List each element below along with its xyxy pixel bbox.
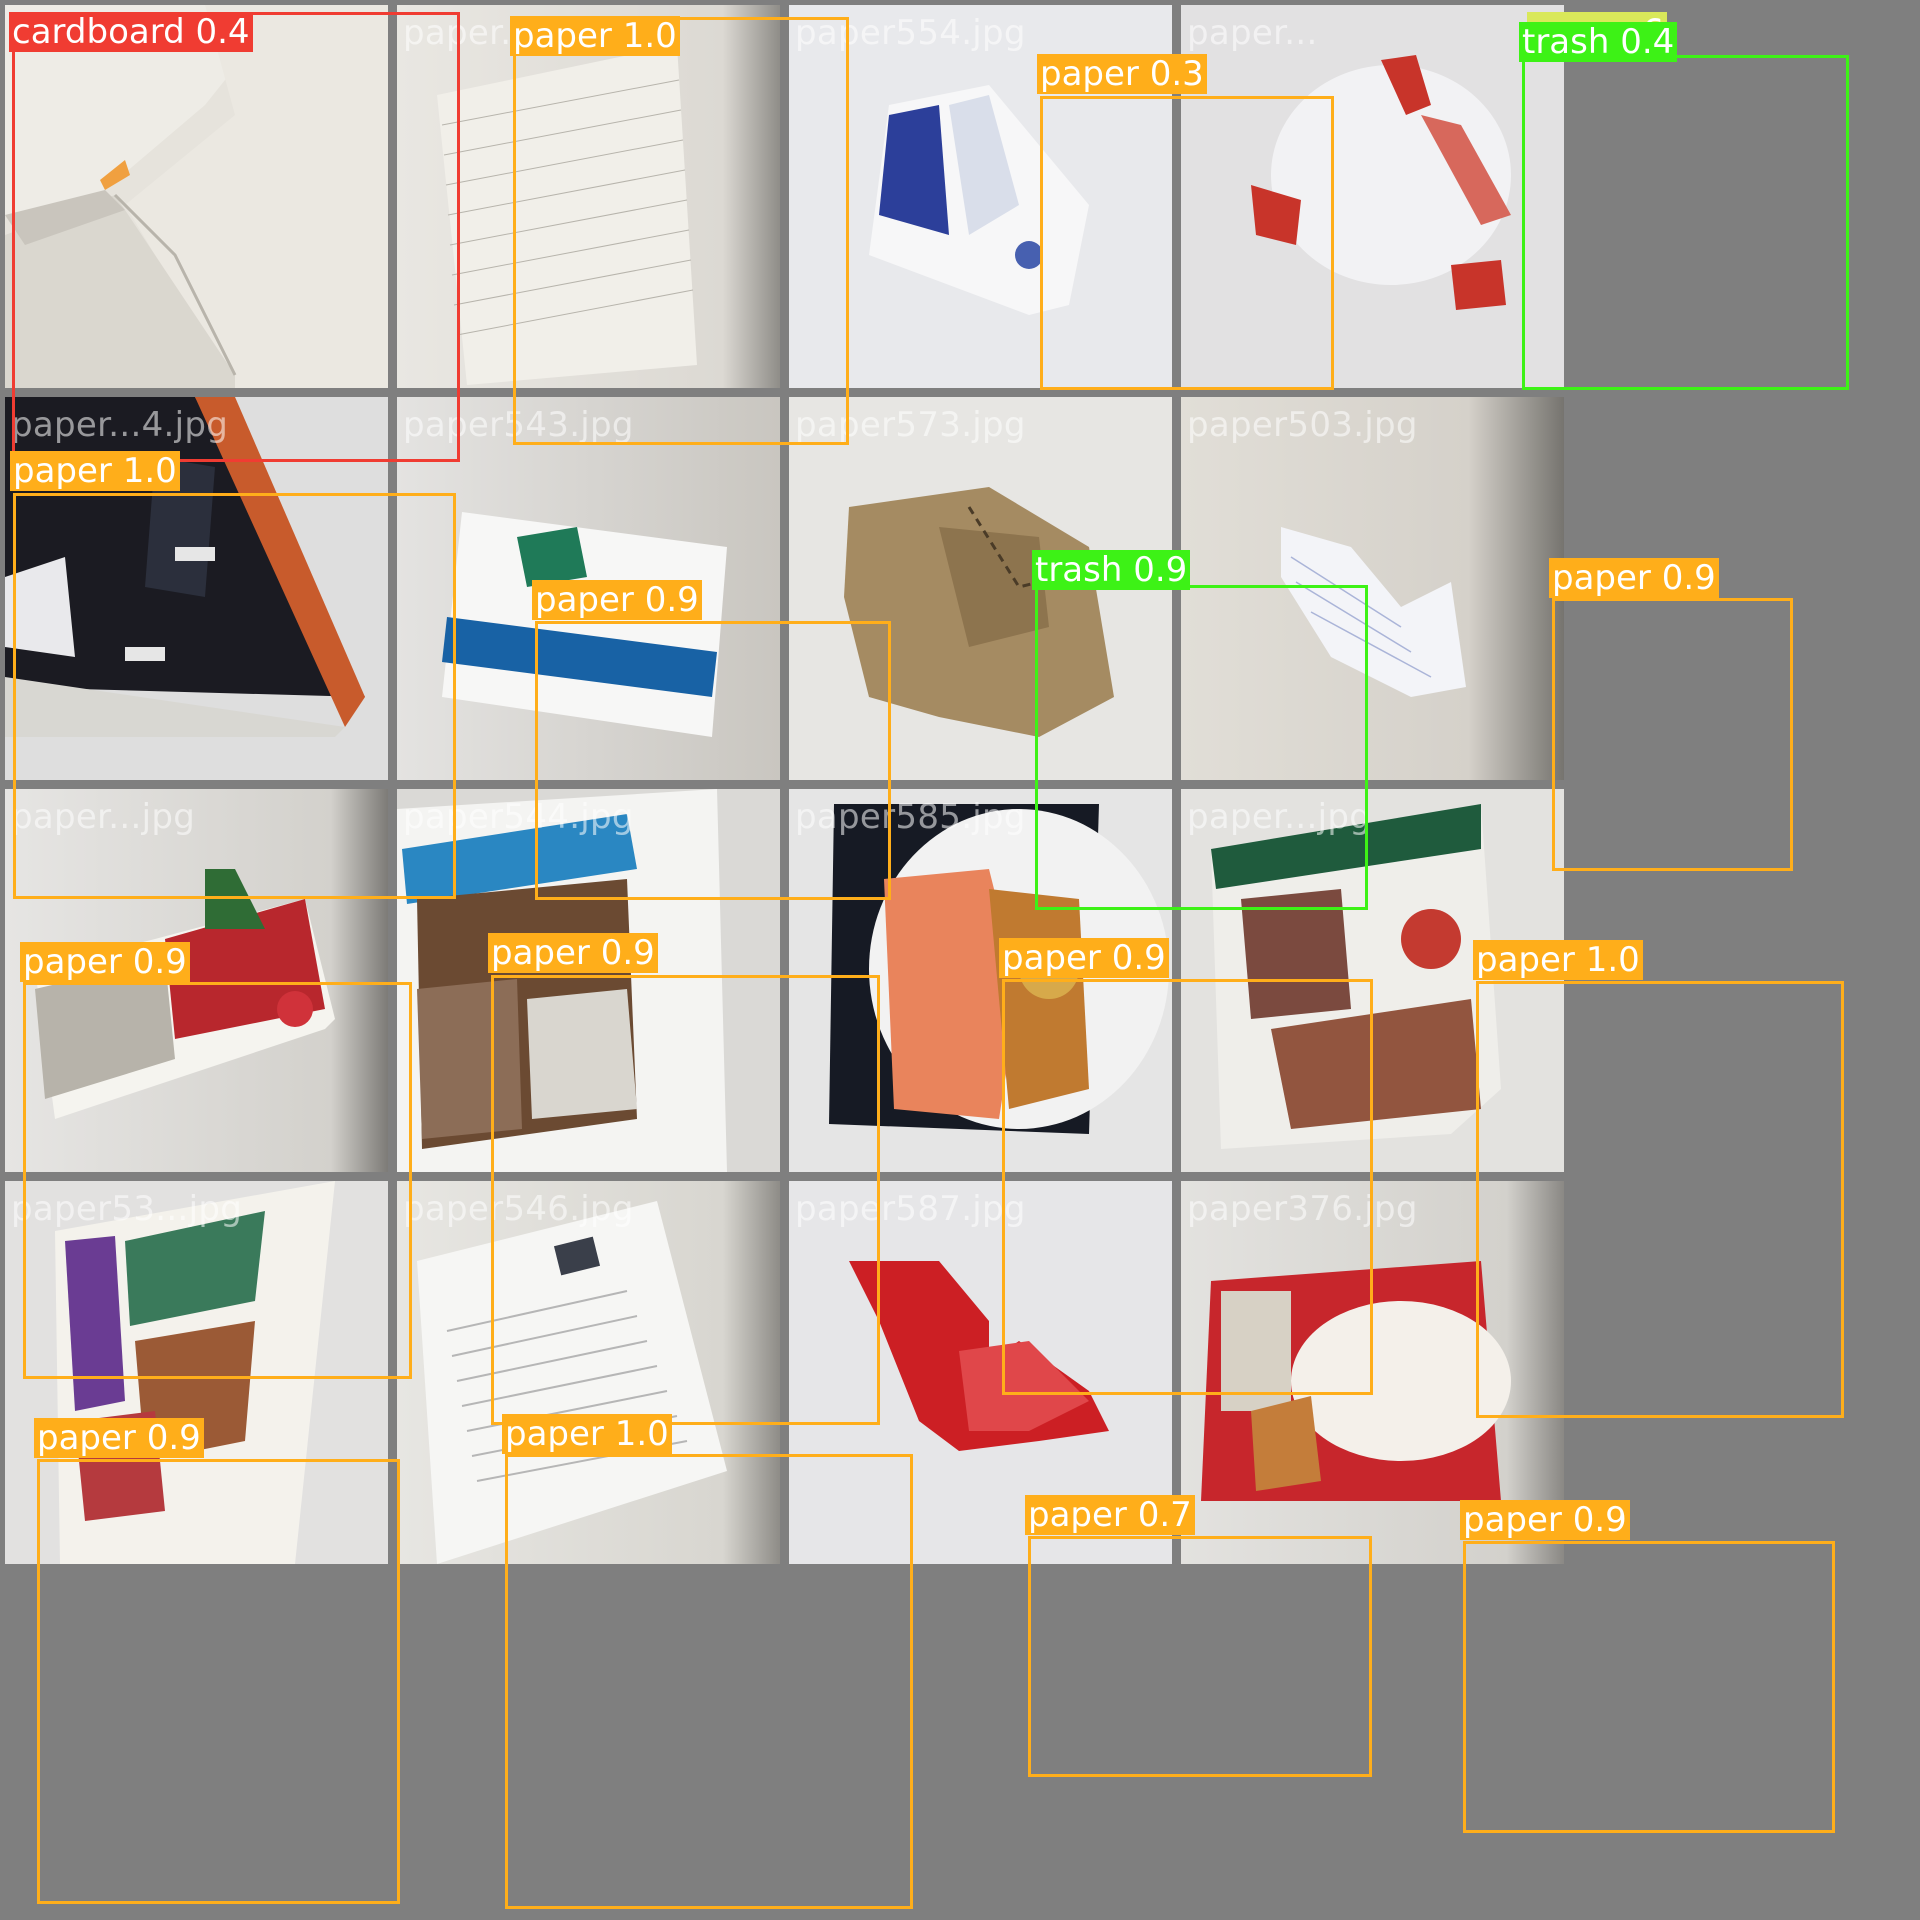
detection-label: paper 0.7 xyxy=(1025,1495,1195,1535)
detection-label: paper 0.9 xyxy=(20,942,190,982)
bounding-box-paper xyxy=(535,621,891,900)
bounding-box-paper xyxy=(505,1454,913,1909)
detection-label: paper 1.0 xyxy=(510,16,680,56)
detection-label: paper 1.0 xyxy=(1473,940,1643,980)
detection-label: trash 0.9 xyxy=(1032,550,1191,590)
bounding-box-paper xyxy=(1552,598,1793,871)
detection-label: paper 0.3 xyxy=(1037,54,1207,94)
bounding-box-paper xyxy=(513,17,849,445)
detection-label: paper 0.9 xyxy=(1460,1500,1630,1540)
detection-label: paper 0.9 xyxy=(532,580,702,620)
detection-label: paper 1.0 xyxy=(502,1414,672,1454)
bounding-box-paper xyxy=(491,975,880,1425)
image-filename: paper503.jpg xyxy=(1187,405,1418,445)
bounding-box-paper xyxy=(37,1459,400,1904)
detection-label: paper 0.9 xyxy=(488,933,658,973)
image-filename: paper... xyxy=(1187,13,1318,53)
bounding-box-paper xyxy=(1476,981,1844,1418)
bounding-box-paper xyxy=(1028,1536,1372,1777)
detection-label: paper 0.9 xyxy=(1549,558,1719,598)
bounding-box-paper xyxy=(1463,1541,1835,1833)
bounding-box-paper xyxy=(1040,96,1334,390)
bounding-box-paper xyxy=(23,982,412,1379)
detection-label: paper 0.9 xyxy=(999,938,1169,978)
bounding-box-trash xyxy=(1035,585,1368,910)
detection-label: paper 1.0 xyxy=(10,451,180,491)
bounding-box-cardboard xyxy=(12,12,460,462)
detection-label: trash 0.4 xyxy=(1519,22,1678,62)
detection-label: paper 0.9 xyxy=(34,1418,204,1458)
detection-label: cardboard 0.4 xyxy=(9,12,253,52)
bounding-box-trash xyxy=(1522,55,1849,390)
bounding-box-paper xyxy=(1002,979,1373,1395)
bounding-box-paper xyxy=(13,493,456,899)
